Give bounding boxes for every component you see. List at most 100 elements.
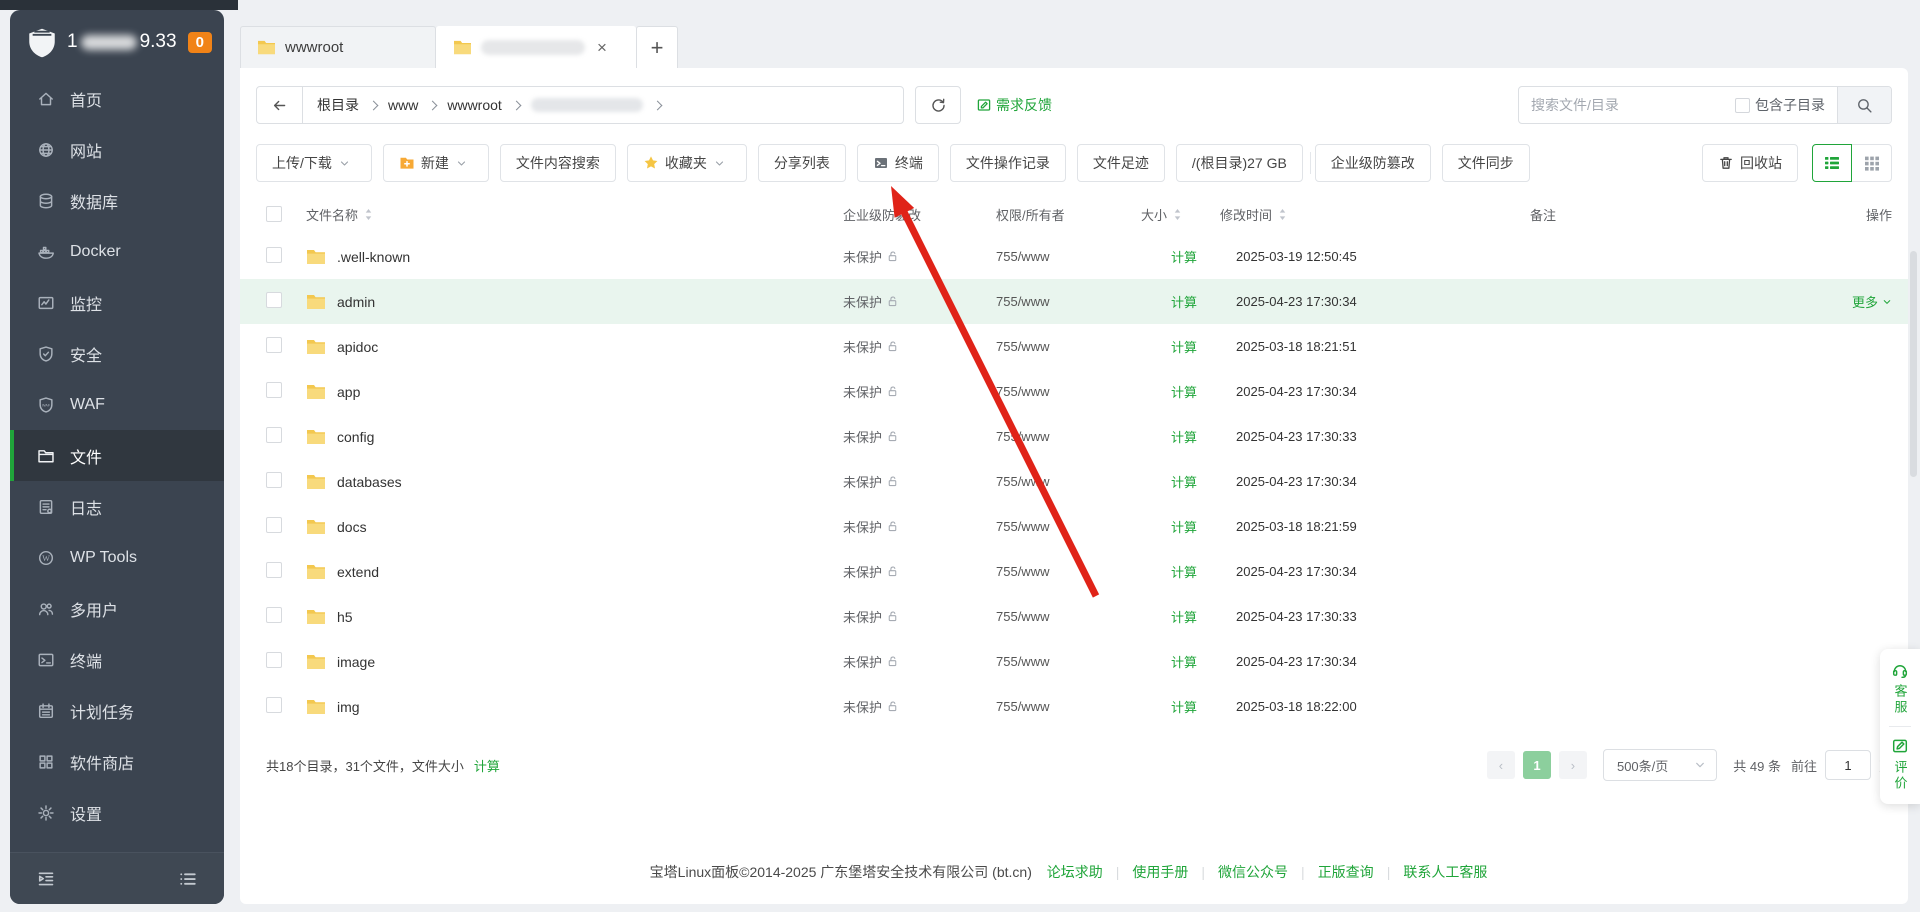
row-checkbox[interactable] xyxy=(266,247,282,263)
include-subdir-option[interactable]: 包含子目录 xyxy=(1735,95,1837,115)
review-button[interactable]: 评价 xyxy=(1891,737,1910,792)
disk-usage-button[interactable]: /(根目录)27 GB xyxy=(1176,144,1303,182)
sidebar-item-multiuser[interactable]: 多用户 xyxy=(10,583,224,634)
sort-icon[interactable] xyxy=(1172,208,1183,221)
row-checkbox[interactable] xyxy=(266,337,282,353)
select-all-checkbox[interactable] xyxy=(266,206,282,222)
search-input[interactable] xyxy=(1519,97,1735,113)
feedback-link[interactable]: 需求反馈 xyxy=(976,95,1052,115)
size-calc-link[interactable]: 计算 xyxy=(1171,385,1197,400)
table-row[interactable]: apidoc 未保护 755/www 计算 2025-03-18 18:21:5… xyxy=(240,324,1908,369)
upload-download-button[interactable]: 上传/下载 xyxy=(256,144,372,182)
sidebar-item-terminal[interactable]: 终端 xyxy=(10,634,224,685)
server-ip[interactable]: 19.33 xyxy=(67,31,177,53)
file-name[interactable]: extend xyxy=(337,564,379,580)
file-name[interactable]: app xyxy=(337,384,360,400)
menu-list-icon[interactable] xyxy=(178,869,198,889)
footer-link-3[interactable]: 正版查询 xyxy=(1318,864,1374,880)
size-calc-link[interactable]: 计算 xyxy=(1171,610,1197,625)
file-name[interactable]: admin xyxy=(337,294,375,310)
file-name[interactable]: apidoc xyxy=(337,339,378,355)
breadcrumb-www[interactable]: www xyxy=(388,97,418,113)
current-page[interactable]: 1 xyxy=(1523,751,1551,779)
size-calc-link[interactable]: 计算 xyxy=(1171,520,1197,535)
sidebar-item-files[interactable]: 文件 xyxy=(10,430,224,481)
size-calc-link[interactable]: 计算 xyxy=(1171,295,1197,310)
row-checkbox[interactable] xyxy=(266,517,282,533)
per-page-select[interactable]: 500条/页 xyxy=(1603,749,1717,781)
sidebar-item-security[interactable]: 安全 xyxy=(10,328,224,379)
tab-wwwroot[interactable]: wwwroot xyxy=(240,26,436,68)
file-name[interactable]: config xyxy=(337,429,374,445)
sidebar-item-database[interactable]: 数据库 xyxy=(10,175,224,226)
sort-icon[interactable] xyxy=(1277,208,1288,221)
breadcrumb-masked-segment[interactable] xyxy=(531,98,643,112)
size-calc-link[interactable]: 计算 xyxy=(1171,700,1197,715)
sidebar-item-cron[interactable]: 计划任务 xyxy=(10,685,224,736)
terminal-button[interactable]: 终端 xyxy=(857,144,939,182)
refresh-button[interactable] xyxy=(915,86,961,124)
row-checkbox[interactable] xyxy=(266,427,282,443)
grid-view-button[interactable] xyxy=(1852,144,1892,182)
file-trace-button[interactable]: 文件足迹 xyxy=(1077,144,1165,182)
sidebar-item-appstore[interactable]: 软件商店 xyxy=(10,736,224,787)
table-row[interactable]: .well-known 未保护 755/www 计算 2025-03-19 12… xyxy=(240,234,1908,279)
table-row[interactable]: app 未保护 755/www 计算 2025-04-23 17:30:34 xyxy=(240,369,1908,414)
tamper-proof-button[interactable]: 企业级防篡改 xyxy=(1315,144,1431,182)
sidebar-item-settings[interactable]: 设置 xyxy=(10,787,224,838)
table-row[interactable]: extend 未保护 755/www 计算 2025-04-23 17:30:3… xyxy=(240,549,1908,594)
size-calc-link[interactable]: 计算 xyxy=(1171,475,1197,490)
search-button[interactable] xyxy=(1837,87,1891,123)
sidebar-item-monitor[interactable]: 监控 xyxy=(10,277,224,328)
calc-total-size-link[interactable]: 计算 xyxy=(474,756,500,775)
prev-page-button[interactable]: ‹ xyxy=(1487,751,1515,779)
file-name[interactable]: docs xyxy=(337,519,367,535)
more-actions-link[interactable]: 更多 xyxy=(1852,292,1892,311)
size-calc-link[interactable]: 计算 xyxy=(1171,250,1197,265)
add-tab-button[interactable]: + xyxy=(636,26,678,68)
subdir-checkbox[interactable] xyxy=(1735,98,1750,113)
file-name[interactable]: databases xyxy=(337,474,402,490)
next-page-button[interactable]: › xyxy=(1559,751,1587,779)
sidebar-item-wptools[interactable]: W WP Tools xyxy=(10,532,224,583)
back-button[interactable] xyxy=(257,87,303,123)
file-name[interactable]: .well-known xyxy=(337,249,410,265)
tab-site-masked[interactable]: × xyxy=(436,26,636,68)
table-row[interactable]: h5 未保护 755/www 计算 2025-04-23 17:30:33 xyxy=(240,594,1908,639)
file-sync-button[interactable]: 文件同步 xyxy=(1442,144,1530,182)
table-row[interactable]: admin 未保护 755/www 计算 2025-04-23 17:30:34… xyxy=(240,279,1908,324)
size-calc-link[interactable]: 计算 xyxy=(1171,340,1197,355)
row-checkbox[interactable] xyxy=(266,382,282,398)
sidebar-item-home[interactable]: 首页 xyxy=(10,73,224,124)
breadcrumb-root[interactable]: 根目录 xyxy=(317,95,359,115)
collapse-sidebar-icon[interactable] xyxy=(36,869,56,889)
content-search-button[interactable]: 文件内容搜索 xyxy=(500,144,616,182)
table-row[interactable]: config 未保护 755/www 计算 2025-04-23 17:30:3… xyxy=(240,414,1908,459)
row-checkbox[interactable] xyxy=(266,607,282,623)
file-ops-log-button[interactable]: 文件操作记录 xyxy=(950,144,1066,182)
file-name[interactable]: h5 xyxy=(337,609,353,625)
footer-link-4[interactable]: 联系人工客服 xyxy=(1403,864,1487,880)
footer-link-0[interactable]: 论坛求助 xyxy=(1047,864,1103,880)
share-list-button[interactable]: 分享列表 xyxy=(758,144,846,182)
size-calc-link[interactable]: 计算 xyxy=(1171,430,1197,445)
row-checkbox[interactable] xyxy=(266,472,282,488)
breadcrumb-wwwroot[interactable]: wwwroot xyxy=(447,97,501,113)
footer-link-2[interactable]: 微信公众号 xyxy=(1218,864,1288,880)
new-button[interactable]: 新建 xyxy=(383,144,489,182)
sidebar-item-logs[interactable]: 日志 xyxy=(10,481,224,532)
size-calc-link[interactable]: 计算 xyxy=(1171,565,1197,580)
table-row[interactable]: docs 未保护 755/www 计算 2025-03-18 18:21:59 xyxy=(240,504,1908,549)
sidebar-item-sites[interactable]: 网站 xyxy=(10,124,224,175)
message-count-badge[interactable]: 0 xyxy=(188,32,212,53)
close-tab-icon[interactable]: × xyxy=(597,39,607,56)
goto-page-input[interactable] xyxy=(1825,750,1871,780)
file-name[interactable]: image xyxy=(337,654,375,670)
list-view-button[interactable] xyxy=(1812,144,1852,182)
support-button[interactable]: 客服 xyxy=(1891,661,1910,716)
sort-icon[interactable] xyxy=(363,208,374,221)
vertical-scrollbar[interactable] xyxy=(1910,251,1917,477)
row-checkbox[interactable] xyxy=(266,562,282,578)
recycle-bin-button[interactable]: 回收站 xyxy=(1702,144,1798,182)
file-name[interactable]: img xyxy=(337,699,360,715)
